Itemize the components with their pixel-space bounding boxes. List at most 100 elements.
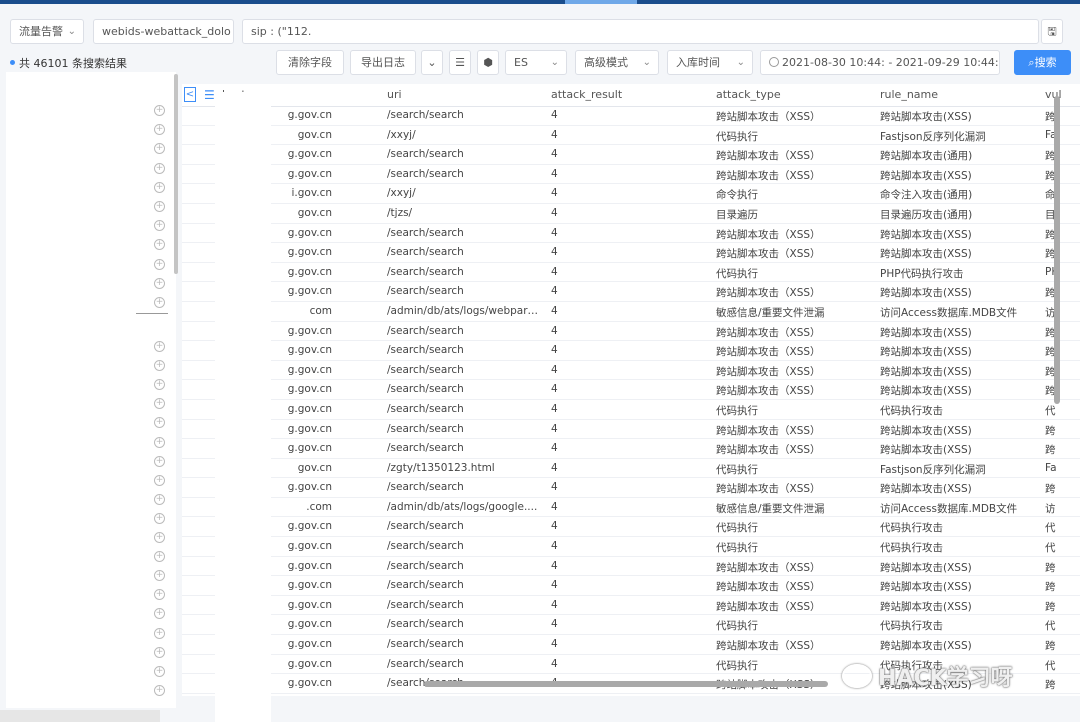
cell-attack-result: 4 [551, 402, 558, 415]
table-row[interactable]: g.gov.cn/search/search4跨站脚本攻击（XSS）跨站脚本攻击… [182, 341, 1080, 361]
cell-vul: 代 [1045, 659, 1056, 672]
expand-field-icon[interactable]: + [154, 297, 165, 308]
table-row[interactable]: .com/admin/db/ats/logs/google.... 4 敏感信息/重… [182, 498, 1080, 518]
expand-field-icon[interactable]: + [154, 201, 165, 212]
cell-attack-result: 4 [551, 481, 558, 494]
table-row[interactable]: g.gov.cn/search/search4跨站脚本攻击（XSS）跨站脚本攻击… [182, 322, 1080, 342]
table-row[interactable]: gov.cn/zgty/t1350123.html 4 代码执行 Fastjson反序… [182, 459, 1080, 479]
cell-vul: 跨 [1045, 248, 1056, 261]
cell-rule-name: 跨站脚本攻击(XSS) [880, 385, 972, 398]
expand-field-icon[interactable]: + [154, 277, 165, 289]
table-row[interactable]: g.gov.cn/search/search 4 代码执行 代码执行攻击代 [182, 400, 1080, 420]
cell-attack-type: 跨站脚本攻击（XSS） [716, 561, 821, 574]
collapse-sidebar-icon[interactable]: < [184, 87, 196, 102]
cell-attack-type: 代码执行 [716, 130, 758, 143]
table-row[interactable]: g.gov.cn/search/search4跨站脚本攻击（XSS）跨站脚本攻击… [182, 282, 1080, 302]
cell-uri: /tjzs/ [387, 206, 413, 219]
table-row[interactable]: g.gov.cn/search/search4跨站脚本攻击（XSS）跨站脚本攻击… [182, 557, 1080, 577]
table-row[interactable]: i.gov.cn/xxyj/4 命令执行 命令注入攻击(通用) 命 [182, 184, 1080, 204]
cell-vul: 跨 [1045, 424, 1056, 437]
time-range-picker[interactable]: 2021-08-30 10:44: - 2021-09-29 10:44: [760, 50, 1000, 75]
table-row[interactable]: g.gov.cn/search/search 4 代码执行 代码执行攻击代 [182, 537, 1080, 557]
table-row[interactable]: g.gov.cn/search/search4跨站脚本攻击（XSS）跨站脚本攻击… [182, 576, 1080, 596]
cell-uri: /admin/db/ats/logs/webpara... [387, 304, 542, 317]
table-body: g.gov.cn/search/search 4 跨站脚本攻击（XSS） 跨站脚本攻击… [182, 106, 1080, 696]
table-row[interactable]: g.gov.cn/search/search4跨站脚本攻击（XSS）跨站脚本攻击… [182, 380, 1080, 400]
expand-field-icon[interactable]: + [154, 474, 165, 486]
table-row[interactable]: g.gov.cn/search/search4跨站脚本攻击（XSS）跨站脚本攻击… [182, 165, 1080, 185]
expand-field-icon[interactable]: + [154, 258, 165, 270]
expand-field-icon[interactable]: + [154, 627, 165, 639]
category-select[interactable]: 流量告警 ⌄ [10, 19, 84, 44]
table-row[interactable]: g.gov.cn/search/search4跨站脚本攻击（XSS）跨站脚本攻击… [182, 635, 1080, 655]
index-select[interactable]: webids-webattack_dolo [93, 19, 234, 44]
cell-attack-type: 代码执行 [716, 404, 758, 417]
table-row[interactable]: com/admin/db/ats/logs/webpara... 4 敏感信息/重要… [182, 302, 1080, 322]
list-icon[interactable]: ☰ [204, 88, 215, 102]
expand-field-icon[interactable]: + [154, 455, 165, 467]
time-field-select[interactable]: 入库时间 ⌄ [667, 50, 753, 75]
expand-field-icon[interactable]: + [154, 162, 165, 174]
cell-attack-type: 跨站脚本攻击（XSS） [716, 365, 821, 378]
col-uri[interactable]: uri [387, 88, 402, 101]
table-row[interactable]: g.gov.cn/search/search4跨站脚本攻击（XSS）跨站脚本攻击… [182, 243, 1080, 263]
table-row[interactable]: g.gov.cn/search/search4跨站脚本攻击（XSS）跨站脚本攻击… [182, 361, 1080, 381]
cell-attack-type: 跨站脚本攻击（XSS） [716, 581, 821, 594]
table-row[interactable]: g.gov.cn/search/search4跨站脚本攻击（XSS）跨站脚本攻击… [182, 478, 1080, 498]
cell-vul: 跨 [1045, 228, 1056, 241]
top-nav-strip [0, 0, 1080, 4]
expand-field-icon[interactable]: + [154, 532, 165, 543]
expand-field-icon[interactable]: + [154, 436, 165, 448]
expand-field-icon[interactable]: + [154, 341, 165, 352]
settings-icon[interactable]: ⬢ [477, 50, 499, 75]
cell-attack-type: 跨站脚本攻击（XSS） [716, 326, 821, 339]
cell-rule-name: 访问Access数据库.MDB文件 [880, 502, 1018, 515]
table-row[interactable]: g.gov.cn/search/search4跨站脚本攻击（XSS）跨站脚本攻击… [182, 694, 1080, 696]
chevron-down-icon[interactable]: ⌄ [421, 50, 443, 75]
expand-field-icon[interactable]: + [154, 493, 165, 505]
cell-attack-type: 跨站脚本攻击（XSS） [716, 444, 821, 457]
chevron-down-icon: ⌄ [736, 57, 745, 68]
save-icon[interactable]: 🖫 [1041, 19, 1063, 44]
cell-uri: /search/search [387, 540, 464, 553]
table-row[interactable]: g.gov.cn/search/search 4 代码执行 代码执行攻击代 [182, 615, 1080, 636]
search-button[interactable]: ⌕搜索 [1014, 50, 1071, 75]
table-row[interactable]: g.gov.cn/search/search4跨站脚本攻击（XSS）跨站脚本攻击… [182, 596, 1080, 616]
mode-select[interactable]: 高级模式 ⌄ [575, 50, 659, 75]
expand-field-icon[interactable]: + [154, 105, 165, 116]
col-attack-type[interactable]: attack_type [716, 88, 781, 101]
expand-field-icon[interactable]: + [154, 181, 165, 193]
table-row[interactable]: g.gov.cn/search/search4跨站脚本攻击（XSS）跨站脚本攻击… [182, 145, 1080, 165]
query-input[interactable]: sip : ("112. [242, 19, 1039, 44]
source-select[interactable]: ES ⌄ [505, 50, 567, 75]
cell-attack-type: 跨站脚本攻击（XSS） [716, 385, 821, 398]
cell-uri: /search/search [387, 638, 464, 651]
clear-fields-button[interactable]: 清除字段 [276, 50, 344, 75]
col-attack-result[interactable]: attack_result [551, 88, 622, 101]
table-row[interactable]: g.gov.cn/search/search4跨站脚本攻击（XSS）跨站脚本攻击… [182, 224, 1080, 244]
table-row[interactable]: gov.cn/tjzs/4 目录遍历 目录遍历攻击(通用) 目 [182, 204, 1080, 224]
cell-rule-name: 跨站脚本攻击(XSS) [880, 561, 972, 574]
table-row[interactable]: g.gov.cn/search/search 4 代码执行 代码执行攻击代 [182, 517, 1080, 538]
table-row[interactable]: g.gov.cn/search/search4跨站脚本攻击（XSS）跨站脚本攻击… [182, 106, 1080, 126]
cell-rule-name: 跨站脚本攻击(通用) [880, 150, 973, 163]
cell-vul: 命 [1045, 189, 1056, 202]
list-view-icon[interactable]: ☰ [449, 50, 471, 75]
expand-field-icon[interactable]: + [154, 665, 165, 677]
table-horizontal-scrollbar[interactable] [424, 681, 828, 687]
export-log-button[interactable]: 导出日志 [350, 50, 416, 75]
cell-attack-result: 4 [551, 167, 558, 180]
expand-field-icon[interactable]: + [154, 512, 165, 524]
sidebar-scrollbar[interactable] [174, 74, 178, 274]
expand-field-icon[interactable]: + [154, 684, 165, 696]
sidebar-divider [136, 313, 168, 314]
table-row[interactable]: gov.cn/xxyj/4 代码执行 Fastjson反序列化漏洞 Fa [182, 126, 1080, 146]
col-rule-name[interactable]: rule_name [880, 88, 938, 101]
table-row[interactable]: g.gov.cn/search/search 4 代码执行 PHP代码执行攻击 PH [182, 263, 1080, 283]
cell-vul: 跨 [1045, 561, 1056, 574]
result-count: 共 46101 条搜索结果 [10, 55, 127, 71]
expand-field-icon[interactable]: + [154, 646, 165, 658]
table-vertical-scrollbar[interactable] [1054, 96, 1060, 404]
table-row[interactable]: g.gov.cn/search/search4跨站脚本攻击（XSS）跨站脚本攻击… [182, 420, 1080, 440]
table-row[interactable]: g.gov.cn/search/search4跨站脚本攻击（XSS）跨站脚本攻击… [182, 439, 1080, 459]
